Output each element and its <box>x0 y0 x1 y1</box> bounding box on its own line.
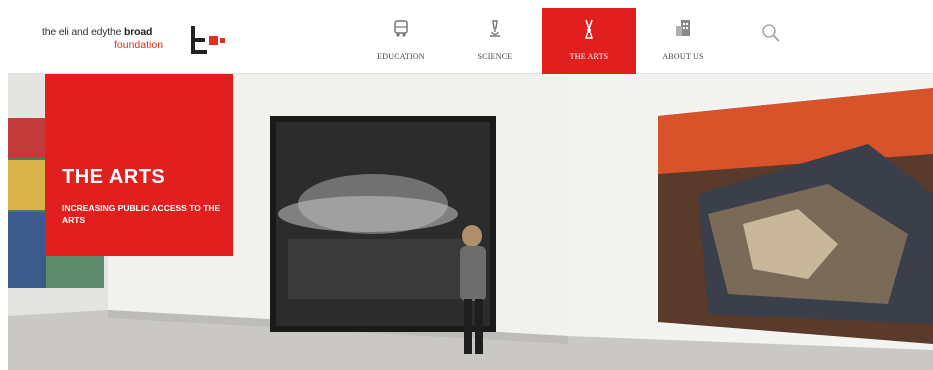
logo-line1: the eli and edythe broad <box>42 26 152 38</box>
site-header: the eli and edythe broad foundation EDUC… <box>8 8 933 74</box>
hero-title: THE ARTS <box>62 166 166 188</box>
logo-mark-icon <box>191 26 225 54</box>
logo-line2: foundation <box>114 39 164 51</box>
nav-science-label: SCIENCE <box>477 52 513 61</box>
search-icon[interactable] <box>760 22 782 44</box>
nav-about-us-label: ABOUT US <box>662 52 704 61</box>
microscope-icon <box>490 20 500 37</box>
nav-education[interactable]: EDUCATION <box>354 8 448 74</box>
nav-about-us[interactable]: ABOUT US <box>636 8 730 74</box>
hero-panel: THE ARTS INCREASING PUBLIC ACCESS TO THE… <box>45 74 233 256</box>
logo-bold: broad <box>124 26 153 38</box>
nav-science[interactable]: SCIENCE <box>448 8 542 74</box>
nav-the-arts[interactable]: THE ARTS <box>542 8 636 74</box>
foundation-logo[interactable]: the eli and edythe broad foundation <box>42 26 242 62</box>
main-nav: EDUCATION SCIENCE THE ARTS ABOUT US <box>354 8 730 74</box>
building-icon <box>676 20 690 36</box>
paintbrush-icon <box>585 19 593 39</box>
hero-subtitle: INCREASING PUBLIC ACCESS TO THE ARTS <box>62 203 221 225</box>
nav-the-arts-label: THE ARTS <box>569 52 609 61</box>
nav-education-label: EDUCATION <box>377 52 425 61</box>
logo-prefix: the eli and edythe <box>42 26 122 38</box>
school-bus-icon <box>394 20 408 37</box>
